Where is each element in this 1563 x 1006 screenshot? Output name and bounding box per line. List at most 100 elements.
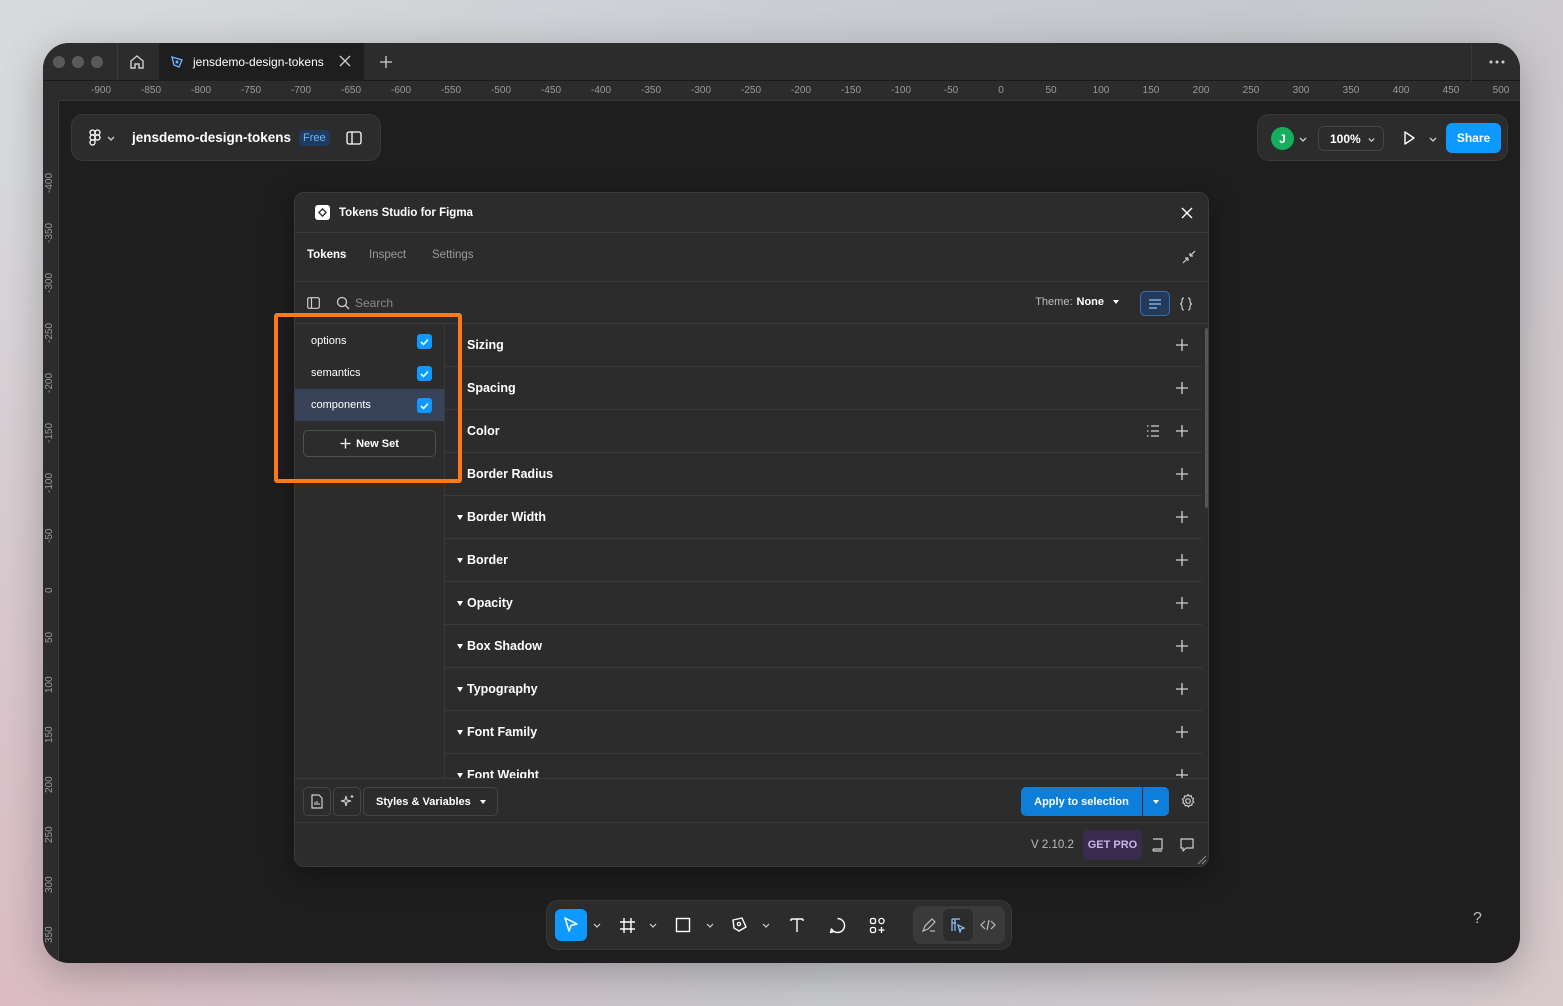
- chevron-down-icon[interactable]: [649, 921, 657, 929]
- draw-mode-button[interactable]: [915, 909, 943, 941]
- token-group-font-family[interactable]: Font Family: [445, 711, 1202, 754]
- close-window-dot[interactable]: [53, 56, 65, 68]
- pen-tool-button[interactable]: [725, 909, 753, 941]
- plus-icon[interactable]: [1175, 424, 1189, 438]
- shape-tool-button[interactable]: [669, 909, 697, 941]
- token-group-border-radius[interactable]: Border Radius: [445, 453, 1202, 496]
- plus-icon[interactable]: [1175, 725, 1189, 739]
- close-icon[interactable]: [338, 54, 352, 68]
- plus-icon[interactable]: [1175, 510, 1189, 524]
- maximize-window-dot[interactable]: [91, 56, 103, 68]
- plus-icon[interactable]: [1175, 553, 1189, 567]
- token-group-box-shadow[interactable]: Box Shadow: [445, 625, 1202, 668]
- plus-icon[interactable]: [1175, 639, 1189, 653]
- list-view-button[interactable]: [1140, 291, 1170, 316]
- caret-down-icon[interactable]: [457, 730, 463, 735]
- resize-handle-icon[interactable]: [1195, 853, 1207, 865]
- components-icon: [869, 917, 885, 933]
- plus-icon[interactable]: [1175, 682, 1189, 696]
- token-group-color[interactable]: Color: [445, 410, 1202, 453]
- home-icon[interactable]: [127, 52, 147, 72]
- token-set-semantics[interactable]: semantics: [295, 357, 444, 389]
- token-group-spacing[interactable]: Spacing: [445, 367, 1202, 410]
- chevron-down-icon[interactable]: [1428, 134, 1438, 144]
- chevron-down-icon[interactable]: [106, 133, 116, 143]
- tab-settings[interactable]: Settings: [432, 249, 474, 261]
- search-input[interactable]: [355, 293, 655, 313]
- present-play-icon[interactable]: [1401, 130, 1417, 146]
- plus-icon[interactable]: [1175, 596, 1189, 610]
- zoom-dropdown[interactable]: 100%: [1318, 126, 1384, 151]
- sets-sidebar-toggle-icon[interactable]: [307, 297, 320, 309]
- token-group-font-weight[interactable]: Font Weight: [445, 754, 1202, 778]
- text-tool-button[interactable]: [783, 909, 811, 941]
- ruler-label: 0: [44, 587, 55, 593]
- chevron-down-icon[interactable]: [1298, 134, 1308, 144]
- minimize-window-dot[interactable]: [72, 56, 84, 68]
- help-button[interactable]: ?: [1473, 910, 1482, 928]
- gear-icon[interactable]: [1180, 793, 1196, 809]
- apply-to-selection-button[interactable]: Apply to selection: [1021, 787, 1142, 816]
- comment-tool-button[interactable]: [823, 909, 851, 941]
- chevron-down-icon[interactable]: [762, 921, 770, 929]
- caret-down-icon[interactable]: [457, 687, 463, 692]
- token-group-border-width[interactable]: Border Width: [445, 496, 1202, 539]
- feedback-chat-icon[interactable]: [1179, 837, 1195, 853]
- file-sync-button[interactable]: [303, 787, 331, 816]
- figma-logo-icon[interactable]: [88, 128, 102, 147]
- tab-tokens[interactable]: Tokens: [307, 249, 346, 261]
- check-icon: [420, 338, 429, 346]
- get-pro-button[interactable]: GET PRO: [1083, 830, 1142, 860]
- ai-sparkle-button[interactable]: [333, 787, 361, 816]
- plus-icon[interactable]: [1175, 768, 1189, 778]
- ruler-label: -250: [44, 322, 55, 343]
- set-checkbox[interactable]: [417, 334, 432, 349]
- token-group-name: Spacing: [467, 381, 516, 395]
- tab-inspect[interactable]: Inspect: [369, 249, 406, 261]
- actions-tool-button[interactable]: [863, 909, 891, 941]
- caret-down-icon[interactable]: [457, 515, 463, 520]
- dev-mode-button[interactable]: [974, 909, 1002, 941]
- ruler-label: 300: [1292, 85, 1310, 96]
- plugin-header: Tokens Studio for Figma: [295, 193, 1208, 233]
- file-tab[interactable]: jensdemo-design-tokens: [159, 43, 364, 81]
- frame-tool-button[interactable]: [613, 909, 641, 941]
- minimize-icon[interactable]: [1181, 249, 1197, 265]
- plus-icon[interactable]: [1175, 381, 1189, 395]
- json-view-button[interactable]: [1172, 291, 1200, 316]
- token-set-components[interactable]: components: [295, 389, 444, 421]
- chevron-down-icon[interactable]: [593, 921, 601, 929]
- token-group-name: Border Radius: [467, 467, 554, 481]
- set-checkbox[interactable]: [417, 398, 432, 413]
- caret-down-icon: [1113, 300, 1119, 304]
- token-group-sizing[interactable]: Sizing: [445, 324, 1202, 367]
- token-group-typography[interactable]: Typography: [445, 668, 1202, 711]
- apply-options-button[interactable]: [1143, 787, 1169, 816]
- chevron-down-icon[interactable]: [706, 921, 714, 929]
- avatar[interactable]: J: [1271, 127, 1294, 150]
- caret-down-icon[interactable]: [457, 644, 463, 649]
- theme-selector[interactable]: Theme: None: [1035, 296, 1120, 308]
- token-set-options[interactable]: options: [295, 325, 444, 357]
- plan-badge[interactable]: Free: [299, 129, 330, 146]
- caret-down-icon[interactable]: [457, 601, 463, 606]
- file-name[interactable]: jensdemo-design-tokens: [132, 130, 291, 145]
- list-view-icon[interactable]: [1146, 424, 1160, 438]
- ruler-label: -50: [44, 528, 55, 543]
- docs-book-icon[interactable]: [1150, 837, 1166, 853]
- plus-icon[interactable]: [1175, 338, 1189, 352]
- new-set-button[interactable]: New Set: [303, 430, 436, 457]
- close-icon[interactable]: [1180, 206, 1194, 220]
- set-checkbox[interactable]: [417, 366, 432, 381]
- token-group-opacity[interactable]: Opacity: [445, 582, 1202, 625]
- plus-icon[interactable]: [1175, 467, 1189, 481]
- plus-icon[interactable]: [378, 54, 394, 70]
- more-icon[interactable]: [1488, 54, 1506, 70]
- styles-variables-dropdown[interactable]: Styles & Variables: [363, 787, 498, 816]
- move-tool-button[interactable]: [555, 909, 587, 941]
- scrollbar[interactable]: [1205, 328, 1208, 508]
- share-button[interactable]: Share: [1446, 123, 1501, 153]
- sidebar-toggle-icon[interactable]: [346, 130, 362, 145]
- token-group-border[interactable]: Border: [445, 539, 1202, 582]
- caret-down-icon[interactable]: [457, 558, 463, 563]
